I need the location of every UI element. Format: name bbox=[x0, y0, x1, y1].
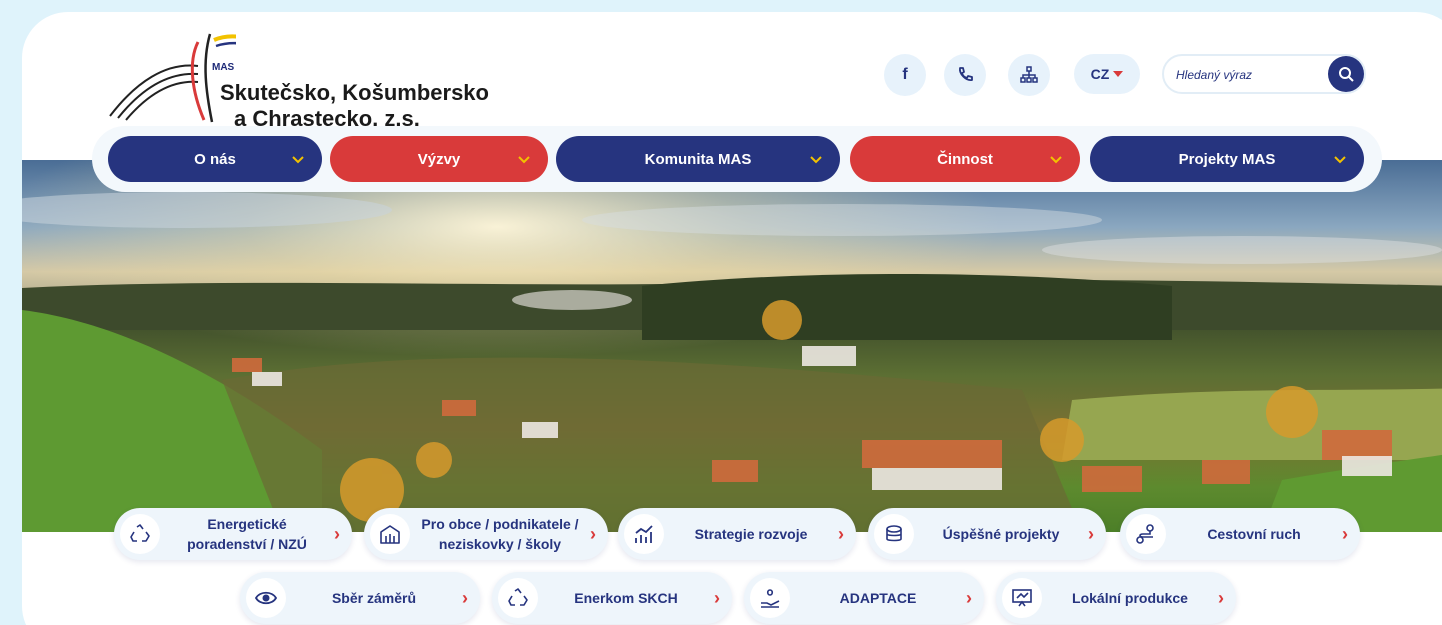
nav-label: Výzvy bbox=[417, 150, 461, 168]
quicklink-sber-zameru[interactable]: Sběr záměrů › bbox=[240, 572, 480, 624]
facebook-icon: f bbox=[902, 66, 908, 83]
sitemap-button[interactable] bbox=[1008, 54, 1050, 96]
chevron-right-icon: › bbox=[334, 523, 340, 544]
caret-down-icon bbox=[1113, 71, 1124, 77]
chevron-right-icon: › bbox=[714, 587, 720, 608]
chevron-right-icon: › bbox=[462, 587, 468, 608]
nav-label: Činnost bbox=[937, 150, 993, 168]
search-button[interactable] bbox=[1328, 56, 1364, 92]
hero-illustration bbox=[22, 160, 1442, 532]
quicklink-label: Cestovní ruch bbox=[1207, 526, 1301, 542]
hero-landscape-image bbox=[22, 160, 1442, 532]
logo-title-line1: Skutečsko, Košumbersko bbox=[220, 80, 489, 105]
chevron-down-icon bbox=[810, 156, 822, 164]
logo-graphic bbox=[109, 33, 236, 123]
recycle-icon bbox=[120, 514, 160, 554]
quicklink-label: Enerkom SKCH bbox=[574, 590, 678, 606]
presentation-icon bbox=[1002, 578, 1042, 618]
chevron-down-icon bbox=[292, 156, 304, 164]
nav-vyzvy[interactable]: Výzvy bbox=[330, 136, 548, 182]
phone-icon bbox=[959, 67, 973, 81]
nav-label: Projekty MAS bbox=[1178, 150, 1276, 168]
quicklink-label: Úspěšné projekty bbox=[942, 526, 1060, 542]
hand-icon bbox=[750, 578, 790, 618]
chevron-right-icon: › bbox=[1342, 523, 1348, 544]
search-icon bbox=[1339, 67, 1354, 82]
language-label: CZ bbox=[1090, 66, 1110, 82]
quicklink-adaptace[interactable]: ADAPTACE › bbox=[744, 572, 984, 624]
chevron-right-icon: › bbox=[1088, 523, 1094, 544]
recycle-icon bbox=[498, 578, 538, 618]
phone-button[interactable] bbox=[944, 54, 986, 96]
building-icon bbox=[370, 514, 410, 554]
quicklink-label: Pro obce / podnikatele / neziskovky / ško… bbox=[421, 516, 579, 552]
route-icon bbox=[1126, 514, 1166, 554]
chevron-right-icon: › bbox=[838, 523, 844, 544]
chevron-down-icon bbox=[518, 156, 530, 164]
chevron-right-icon: › bbox=[1218, 587, 1224, 608]
quicklink-cestovni-ruch[interactable]: Cestovní ruch › bbox=[1120, 508, 1360, 560]
eye-icon bbox=[246, 578, 286, 618]
chevron-right-icon: › bbox=[966, 587, 972, 608]
search-input[interactable] bbox=[1176, 65, 1326, 85]
nav-projekty-mas[interactable]: Projekty MAS bbox=[1090, 136, 1364, 182]
quicklink-uspesne-projekty[interactable]: Úspěšné projekty › bbox=[868, 508, 1106, 560]
quicklink-lokalni-produkce[interactable]: Lokální produkce › bbox=[996, 572, 1236, 624]
nav-o-nas[interactable]: O nás bbox=[108, 136, 322, 182]
quicklink-label: Lokální produkce bbox=[1072, 590, 1188, 606]
chevron-down-icon bbox=[1050, 156, 1062, 164]
quicklink-label: ADAPTACE bbox=[839, 590, 917, 606]
nav-label: Komunita MAS bbox=[644, 150, 752, 168]
logo-mas-text: MAS bbox=[212, 62, 235, 73]
facebook-button[interactable]: f bbox=[884, 54, 926, 96]
quicklink-strategie-rozvoje[interactable]: Strategie rozvoje › bbox=[618, 508, 856, 560]
site-logo[interactable]: MAS Skutečsko, Košumbersko a Chrastecko,… bbox=[106, 22, 526, 132]
chevron-down-icon bbox=[1334, 156, 1346, 164]
page-card: MAS Skutečsko, Košumbersko a Chrastecko,… bbox=[22, 12, 1442, 625]
nav-cinnost[interactable]: Činnost bbox=[850, 136, 1080, 182]
language-selector[interactable]: CZ bbox=[1074, 54, 1140, 94]
nav-label: O nás bbox=[194, 150, 236, 168]
quicklink-enerkom-skch[interactable]: Enerkom SKCH › bbox=[492, 572, 732, 624]
chevron-right-icon: › bbox=[590, 523, 596, 544]
quicklink-label: Strategie rozvoje bbox=[694, 526, 808, 542]
quicklink-energeticke-poradenstvi[interactable]: Energetické poradenství / NZÚ › bbox=[114, 508, 352, 560]
quicklink-label: Sběr záměrů bbox=[331, 590, 417, 606]
quicklink-label: Energetické poradenství / NZÚ bbox=[187, 516, 307, 552]
sitemap-icon bbox=[1020, 66, 1038, 83]
nav-komunita-mas[interactable]: Komunita MAS bbox=[556, 136, 840, 182]
quicklink-pro-obce[interactable]: Pro obce / podnikatele / neziskovky / ško… bbox=[364, 508, 608, 560]
chart-icon bbox=[624, 514, 664, 554]
coins-icon bbox=[874, 514, 914, 554]
